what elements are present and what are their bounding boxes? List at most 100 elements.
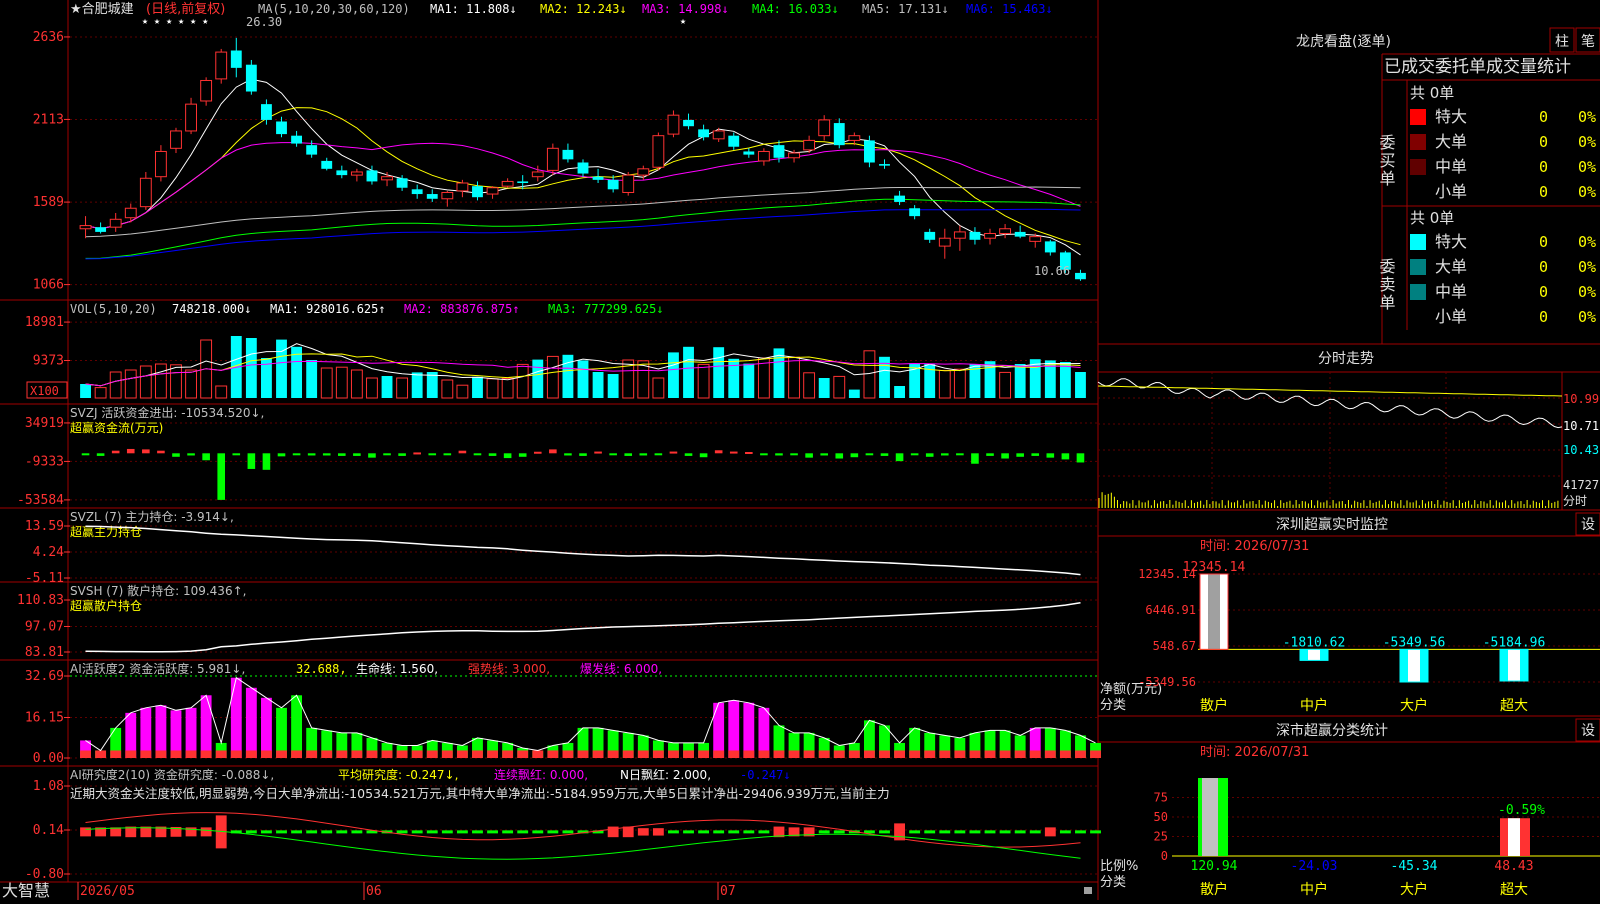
activity-base [155, 750, 167, 758]
monitor-cat-label: 超大 [1500, 698, 1528, 714]
monitor-axis: 净额(万元) [1100, 682, 1162, 697]
research-bar [652, 828, 664, 836]
order-row-buy-1-pct: 0% [1578, 133, 1596, 151]
ma1-value: MA1: 11.808↓ [430, 2, 517, 16]
activity-base [547, 750, 559, 758]
ma-header: MA(5,10,20,30,60,120) [258, 2, 410, 16]
candle-body [546, 147, 559, 171]
order-row-sell-3-name: 小单 [1435, 307, 1467, 326]
candle-body [788, 152, 800, 159]
activity-base [713, 750, 725, 758]
monitor-title: 深圳超赢实时监控 [1276, 516, 1388, 533]
research-bar [517, 830, 529, 834]
research-bar [261, 830, 272, 834]
vol-bar [953, 368, 966, 399]
svg-text:笔: 笔 [1581, 34, 1595, 50]
flow-bar [322, 453, 331, 456]
candle-body [743, 151, 755, 155]
order-row-sell-1-count: 0 [1539, 258, 1548, 276]
research-bar [276, 830, 287, 834]
flow-bar [398, 453, 406, 456]
lock-icon[interactable] [1084, 887, 1092, 894]
flow-bar [473, 453, 482, 456]
vol-bar [94, 387, 107, 399]
monitor-cat-label: 中户 [1300, 697, 1328, 714]
vol-bar [441, 379, 454, 399]
monitor-y-label: 6446.91 [1145, 603, 1196, 617]
activity-bar [261, 697, 272, 758]
activity-base [652, 750, 664, 758]
activity-base [170, 750, 182, 758]
order-color-swatch [1410, 234, 1426, 250]
order-row-sell-2-pct: 0% [1578, 283, 1596, 301]
research-bar [924, 830, 936, 834]
activity-base [637, 750, 649, 758]
activity-base [396, 750, 408, 758]
candle-body [803, 139, 816, 151]
research-bar [245, 830, 257, 834]
activity-base [245, 750, 257, 758]
candle-body [712, 130, 725, 140]
research-bar [668, 830, 679, 834]
flow-bar [729, 451, 738, 454]
activity-base [743, 750, 755, 758]
candle-body [848, 135, 861, 141]
order-row-buy-1-name: 大单 [1435, 132, 1467, 151]
research-bar [954, 830, 966, 834]
low-label: 10.66 [1034, 264, 1070, 278]
activity-bar [245, 687, 257, 758]
flow-bar [835, 453, 844, 459]
activity-base [125, 750, 137, 758]
activity-base [95, 750, 107, 758]
activity-base [698, 750, 710, 758]
vol-bar [396, 377, 409, 399]
flow-bar [684, 453, 693, 456]
activity-base [472, 750, 483, 758]
activity-base [909, 750, 921, 758]
research-bar [1090, 830, 1101, 834]
ma5-value: MA5: 17.131↓ [862, 2, 949, 16]
flow-bar [518, 453, 527, 457]
research-bar [879, 830, 890, 834]
research-bar [1029, 830, 1041, 834]
vol-bar [472, 376, 483, 398]
class-value-label: 120.94 [1191, 859, 1238, 874]
svg-text:爆发线: 6.000,: 爆发线: 6.000, [580, 661, 662, 676]
order-row-sell-0-pct: 0% [1578, 233, 1596, 251]
order-row-buy-3-pct: 0% [1578, 183, 1596, 201]
monitor-bar-shade [1408, 649, 1420, 682]
activity-bar [728, 700, 740, 758]
stock-name: ★合肥城建 [70, 2, 134, 17]
vol-bar [938, 369, 951, 399]
svg-text:N日飘红: 2.000,: N日飘红: 2.000, [620, 767, 711, 782]
vol-bar [335, 366, 348, 399]
flow-bar [895, 453, 904, 462]
research-bar [1044, 827, 1056, 837]
research-bar [713, 830, 725, 834]
flow-bar [609, 453, 617, 456]
flow-bar [277, 453, 286, 457]
research-bar [396, 830, 408, 834]
activity-base [728, 750, 740, 758]
class-cat-label: 散户 [1200, 881, 1228, 898]
class-bar-shade [1508, 818, 1520, 856]
flow-bar [81, 453, 90, 456]
vol-bar [350, 369, 363, 399]
intraday-unit: 分时 [1563, 494, 1587, 508]
class-y-label: 50 [1154, 810, 1168, 824]
vol-bar [848, 389, 860, 398]
research-bar [336, 830, 348, 834]
vol-bar [728, 358, 740, 398]
class-y-label: 0 [1161, 849, 1168, 863]
vol-bar [818, 378, 830, 398]
svg-text:32.688,: 32.688, [296, 662, 347, 676]
vol-bar [652, 377, 665, 399]
research-bar [999, 830, 1011, 834]
order-row-buy-3-count: 0 [1539, 183, 1548, 201]
research-bar [818, 830, 830, 834]
flow-bar [202, 453, 210, 461]
flow-bar [699, 453, 708, 458]
flow-bar [111, 450, 120, 454]
candle-body [486, 187, 499, 195]
vol-bar [668, 352, 679, 398]
